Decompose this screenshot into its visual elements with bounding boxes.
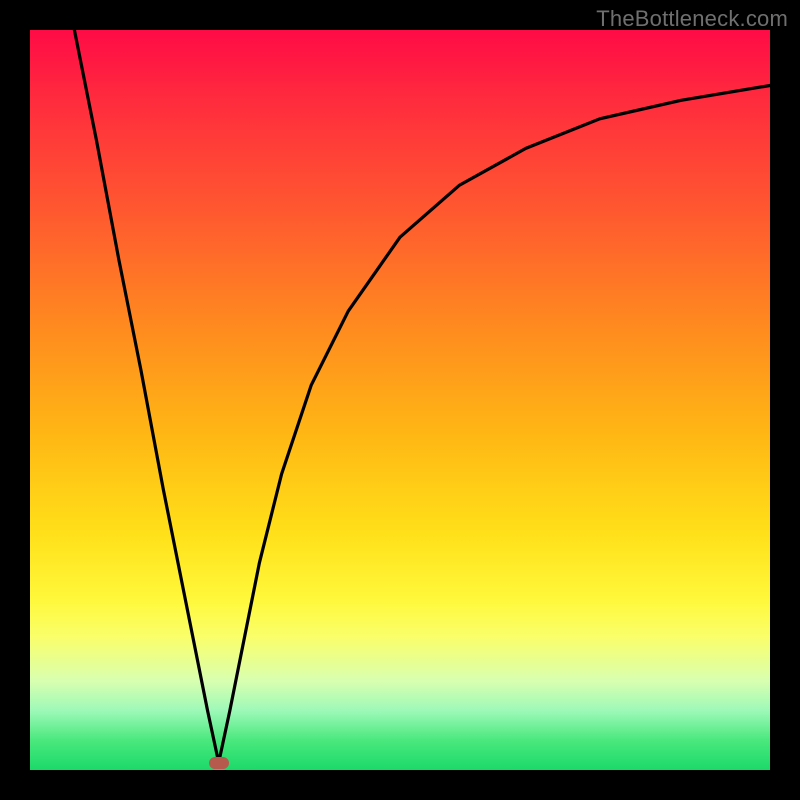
curve-path <box>74 30 770 763</box>
watermark-text: TheBottleneck.com <box>596 6 788 32</box>
chart-curve <box>30 30 770 770</box>
plot-area <box>30 30 770 770</box>
outer-frame: TheBottleneck.com <box>0 0 800 800</box>
minimum-marker <box>209 757 229 769</box>
